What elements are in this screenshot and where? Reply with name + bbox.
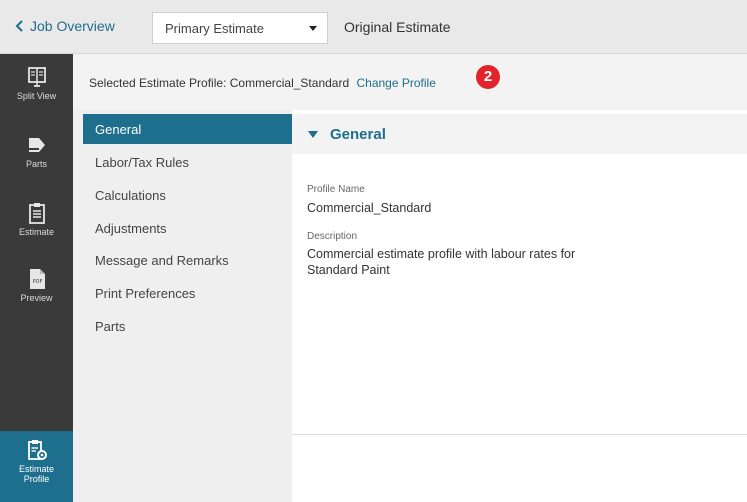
profile-name-value: Commercial_Standard xyxy=(307,201,432,215)
rail-item-estimate-profile[interactable]: Estimate Profile xyxy=(0,431,73,502)
description-value-line2: Standard Paint xyxy=(307,263,390,277)
change-profile-link[interactable]: Change Profile xyxy=(356,76,435,90)
menu-item-parts[interactable]: Parts xyxy=(83,311,292,341)
selected-profile-prefix: Selected Estimate Profile: xyxy=(89,76,227,90)
rail-item-parts[interactable]: Parts xyxy=(0,134,73,169)
rail-item-estimate[interactable]: Estimate xyxy=(0,202,73,237)
pdf-icon-text: PDF xyxy=(32,279,42,285)
estimate-select-value: Primary Estimate xyxy=(165,21,264,36)
profile-name-label: Profile Name xyxy=(307,184,365,195)
parts-icon xyxy=(28,138,45,152)
estimate-title: Original Estimate xyxy=(344,19,451,35)
profile-bar: Selected Estimate Profile: Commercial_St… xyxy=(73,54,747,110)
job-overview-label: Job Overview xyxy=(30,18,115,34)
chevron-left-icon xyxy=(15,20,23,32)
pdf-icon: PDF xyxy=(29,269,45,289)
rail-label: Profile xyxy=(23,474,50,484)
rail-label: Parts xyxy=(25,159,47,169)
general-section-header[interactable]: General xyxy=(292,114,747,154)
general-section-content: Profile Name Commercial_Standard Descrip… xyxy=(292,154,747,434)
rail-label: Preview xyxy=(20,293,53,303)
job-overview-link[interactable]: Job Overview xyxy=(14,18,115,34)
rail-label: Estimate xyxy=(18,227,54,237)
selected-profile-text: Selected Estimate Profile: Commercial_St… xyxy=(89,76,436,90)
split-view-icon xyxy=(27,67,46,87)
menu-item-labor-tax-rules[interactable]: Labor/Tax Rules xyxy=(83,147,292,177)
left-rail: Split View Parts Estimate PDF Preview Es… xyxy=(0,54,73,502)
description-label: Description xyxy=(307,231,358,242)
menu-item-adjustments[interactable]: Adjustments xyxy=(83,213,292,243)
menu-item-calculations[interactable]: Calculations xyxy=(83,180,292,210)
selected-profile-name: Commercial_Standard xyxy=(229,76,350,90)
expand-triangle-icon xyxy=(308,131,318,138)
profile-section-menu: General Labor/Tax Rules Calculations Adj… xyxy=(73,110,292,502)
estimate-select[interactable]: Primary Estimate xyxy=(152,12,328,44)
menu-item-general[interactable]: General xyxy=(83,114,292,144)
caret-down-icon xyxy=(309,26,317,31)
top-bar: Job Overview Primary Estimate Original E… xyxy=(0,0,747,54)
section-title: General xyxy=(330,126,386,143)
content-footer-area xyxy=(292,434,747,502)
clipboard-icon xyxy=(28,203,45,224)
menu-item-message-and-remarks[interactable]: Message and Remarks xyxy=(83,245,292,275)
menu-item-print-preferences[interactable]: Print Preferences xyxy=(83,278,292,308)
callout-badge-2: 2 xyxy=(476,65,500,89)
rail-label: Estimate xyxy=(18,464,54,474)
description-value-line1: Commercial estimate profile with labour … xyxy=(307,247,576,261)
rail-item-split-view[interactable]: Split View xyxy=(0,66,73,101)
rail-label: Split View xyxy=(16,91,57,101)
rail-item-preview[interactable]: PDF Preview xyxy=(0,268,73,303)
clipboard-gear-icon xyxy=(27,440,47,460)
